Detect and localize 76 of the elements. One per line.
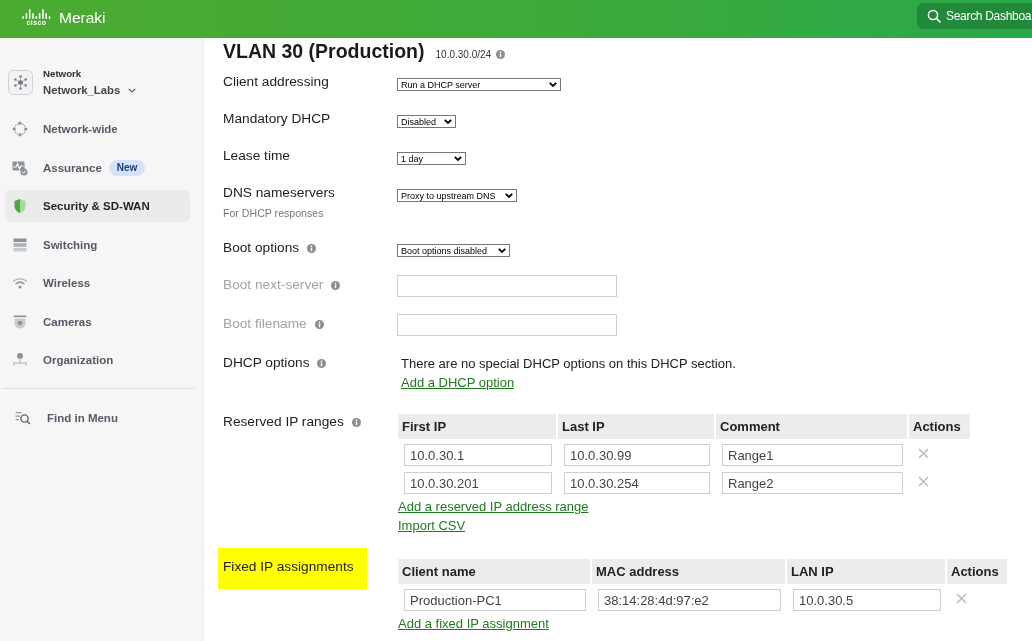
server-icon xyxy=(12,236,28,253)
network-label: Network xyxy=(43,68,83,80)
action-link[interactable]: Add a DHCP option xyxy=(401,373,515,392)
info-text: There are no special DHCP options on this DHCP section. xyxy=(401,355,736,373)
field-label: Reserved IP ranges xyxy=(223,414,344,430)
close-icon[interactable] xyxy=(918,476,929,487)
close-icon[interactable] xyxy=(956,593,967,604)
field-label: Fixed IP assignments xyxy=(218,548,367,589)
nav-item[interactable]: Organization xyxy=(5,344,190,376)
text-input[interactable] xyxy=(397,275,617,297)
nav-item[interactable]: Network-wide xyxy=(5,113,190,145)
chevron-down-icon xyxy=(505,193,513,198)
search-button[interactable]: Search Dashboa xyxy=(917,3,1032,29)
action-link[interactable]: Import CSV xyxy=(398,516,466,535)
page-title: VLAN 30 (Production) xyxy=(223,39,425,63)
globe-icon xyxy=(12,121,28,137)
table-input[interactable]: Range2 xyxy=(722,472,903,494)
table-input[interactable]: 10.0.30.5 xyxy=(793,589,941,611)
field-label: Mandatory DHCP xyxy=(223,111,331,127)
search-icon xyxy=(927,9,941,23)
nav-item[interactable]: Switching xyxy=(5,228,190,261)
table-input[interactable]: 10.0.30.201 xyxy=(404,472,552,494)
select-dropdown[interactable]: Run a DHCP server xyxy=(397,78,561,91)
brand-name: Meraki xyxy=(59,8,106,28)
nav-item[interactable]: Assurance New xyxy=(5,151,190,184)
field-hint: For DHCP responses xyxy=(223,206,325,220)
column-header: Last IP xyxy=(558,414,714,439)
chevron-down-icon xyxy=(128,87,137,93)
find-in-menu-item[interactable]: Find in Menu xyxy=(0,402,203,434)
column-header: LAN IP xyxy=(787,559,945,584)
text-input[interactable] xyxy=(397,314,617,336)
info-icon xyxy=(496,49,506,59)
column-header: First IP xyxy=(398,414,556,439)
activity-icon xyxy=(12,159,28,176)
chevron-down-icon xyxy=(454,156,462,161)
field-label: Boot options xyxy=(223,240,300,256)
chevron-down-icon xyxy=(444,119,452,124)
select-dropdown[interactable]: 1 day xyxy=(397,152,466,165)
select-dropdown[interactable]: Proxy to upstream DNS xyxy=(397,189,517,202)
network-hub-icon xyxy=(8,69,33,95)
wifi-icon xyxy=(12,275,28,291)
field-label: DHCP options xyxy=(223,355,310,371)
column-header: MAC address xyxy=(592,559,785,584)
close-icon[interactable] xyxy=(918,448,929,459)
column-header: Client name xyxy=(398,559,590,584)
network-selector[interactable]: Network_Labs xyxy=(43,84,137,96)
table-input[interactable]: 10.0.30.99 xyxy=(564,444,710,466)
chevron-down-icon xyxy=(498,248,506,253)
select-dropdown[interactable]: Boot options disabled xyxy=(397,244,510,257)
table-input[interactable]: 10.0.30.1 xyxy=(404,444,552,466)
action-link[interactable]: Add a fixed IP assignment xyxy=(398,614,549,633)
shield-icon xyxy=(12,198,28,214)
table-input[interactable]: Range1 xyxy=(722,444,903,466)
select-dropdown[interactable]: Disabled xyxy=(397,115,456,128)
nav-item[interactable]: Wireless xyxy=(5,267,190,299)
field-label: Boot next-server xyxy=(223,277,324,293)
table-input[interactable]: 38:14:28:4d:97:e2 xyxy=(598,589,781,611)
field-label: Boot filename xyxy=(223,316,307,332)
logo-bars-icon xyxy=(22,9,51,19)
field-label: Lease time xyxy=(223,148,290,164)
column-header: Actions xyxy=(909,414,970,439)
camera-icon xyxy=(12,313,28,330)
table-input[interactable]: 10.0.30.254 xyxy=(564,472,710,494)
nav-item[interactable]: Cameras xyxy=(5,305,190,338)
search-list-icon xyxy=(15,411,31,425)
subnet-text: 10.0.30.0/24 xyxy=(435,49,492,60)
org-node-icon xyxy=(12,352,28,368)
action-link[interactable]: Add a reserved IP address range xyxy=(398,497,589,516)
column-header: Comment xyxy=(716,414,907,439)
table-input[interactable]: Production-PC1 xyxy=(404,589,586,611)
nav-item[interactable]: Security & SD-WAN xyxy=(5,190,190,222)
status-badge: New xyxy=(108,159,146,176)
field-label: Client addressing xyxy=(223,74,329,90)
field-label: DNS nameservers xyxy=(223,185,335,201)
chevron-down-icon xyxy=(549,82,557,87)
column-header: Actions xyxy=(947,559,1007,584)
